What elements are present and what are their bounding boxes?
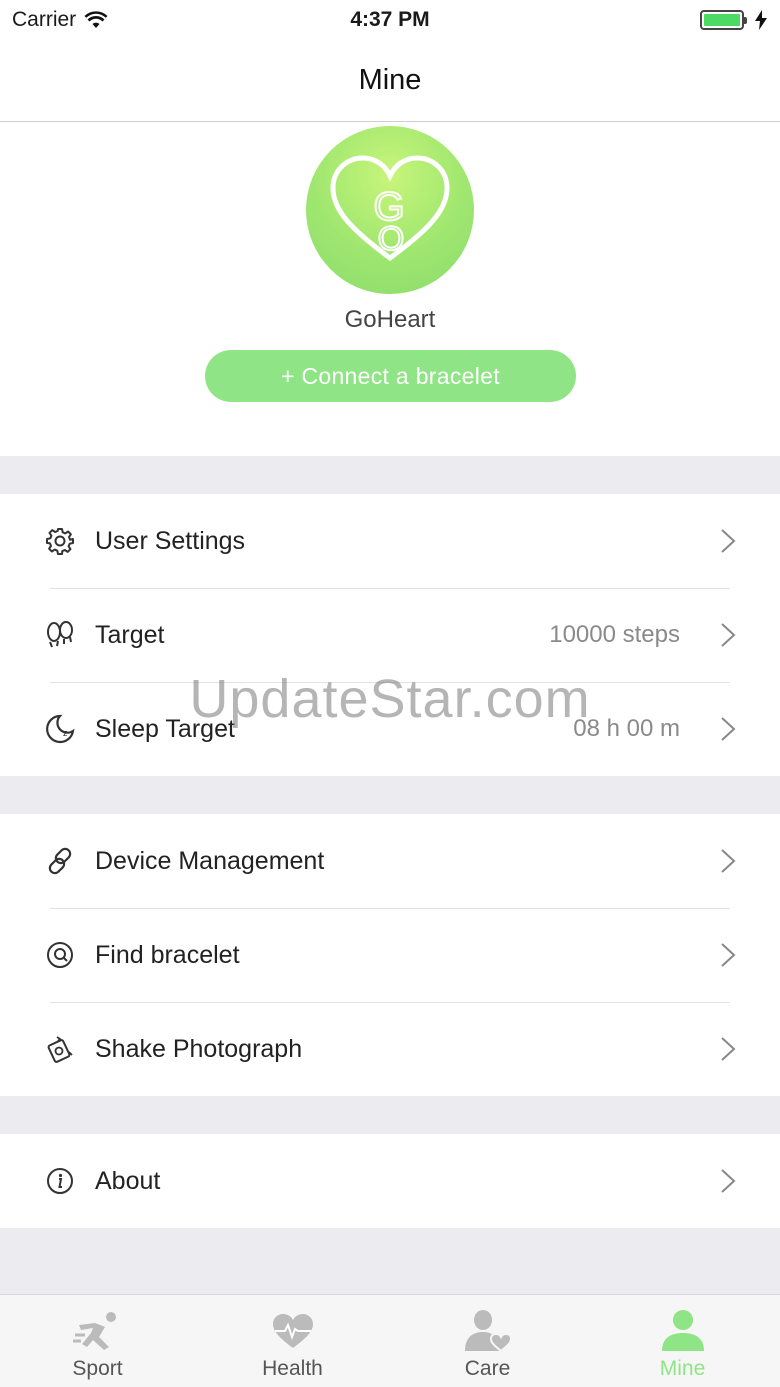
svg-text:O: O (378, 220, 404, 258)
target-row[interactable]: Target 10000 steps (0, 588, 780, 682)
tab-label: Sport (72, 1357, 123, 1380)
charging-bolt-icon (755, 10, 767, 30)
battery-icon (700, 10, 747, 30)
chevron-right-icon (721, 1037, 736, 1061)
connect-bracelet-button[interactable]: + Connect a bracelet (205, 350, 576, 402)
user-settings-row[interactable]: User Settings (0, 494, 780, 588)
status-time: 4:37 PM (350, 8, 430, 31)
wifi-icon (84, 11, 108, 28)
profile-section: G O GoHeart + Connect a bracelet (0, 122, 780, 456)
tab-label: Mine (659, 1357, 706, 1380)
avatar[interactable]: G O (306, 126, 474, 294)
device-group: Device Management Find bracelet Shake Ph… (0, 814, 780, 1096)
tab-care[interactable]: Care (390, 1295, 585, 1387)
link-icon (44, 845, 76, 877)
person-icon (658, 1309, 708, 1353)
goheart-logo-icon: G O (330, 155, 450, 262)
svg-text:z: z (63, 728, 68, 738)
row-label: Find bracelet (95, 940, 240, 969)
moon-icon: z (44, 713, 76, 745)
gear-icon (44, 525, 76, 557)
runner-icon (72, 1309, 123, 1353)
chevron-right-icon (721, 1169, 736, 1193)
chevron-right-icon (721, 717, 736, 741)
tab-bar: Sport Health Care Mine (0, 1294, 780, 1387)
chevron-right-icon (721, 529, 736, 553)
row-label: Target (95, 620, 165, 649)
chevron-right-icon (721, 623, 736, 647)
about-row[interactable]: About (0, 1134, 780, 1228)
profile-name: GoHeart (344, 306, 436, 333)
heart-pulse-icon (268, 1309, 318, 1353)
nav-bar: Mine (0, 40, 780, 122)
tab-mine[interactable]: Mine (585, 1295, 780, 1387)
row-label: Device Management (95, 846, 325, 875)
row-label: Shake Photograph (95, 1034, 303, 1063)
settings-group: User Settings Target 10000 steps z Sleep… (0, 494, 780, 776)
shake-photograph-row[interactable]: Shake Photograph (0, 1002, 780, 1096)
person-heart-icon (463, 1309, 513, 1353)
chevron-right-icon (721, 943, 736, 967)
tab-health[interactable]: Health (195, 1295, 390, 1387)
tab-label: Care (464, 1357, 511, 1380)
page-title: Mine (358, 64, 422, 96)
chevron-right-icon (721, 849, 736, 873)
row-label: Sleep Target (95, 714, 235, 743)
carrier-label: Carrier (12, 8, 77, 31)
about-group: About (0, 1134, 780, 1228)
row-label: About (95, 1166, 161, 1195)
target-steps-value: 10000 steps (549, 621, 680, 648)
locate-icon (44, 939, 76, 971)
device-management-row[interactable]: Device Management (0, 814, 780, 908)
footprints-icon (44, 619, 76, 651)
tab-sport[interactable]: Sport (0, 1295, 195, 1387)
info-icon (44, 1165, 76, 1197)
find-bracelet-row[interactable]: Find bracelet (0, 908, 780, 1002)
row-label: User Settings (95, 526, 246, 555)
tab-label: Health (262, 1357, 323, 1380)
sleep-target-value: 08 h 00 m (573, 715, 680, 742)
shake-camera-icon (44, 1033, 76, 1065)
sleep-target-row[interactable]: z Sleep Target 08 h 00 m (0, 682, 780, 776)
status-bar: Carrier 4:37 PM (0, 0, 780, 40)
